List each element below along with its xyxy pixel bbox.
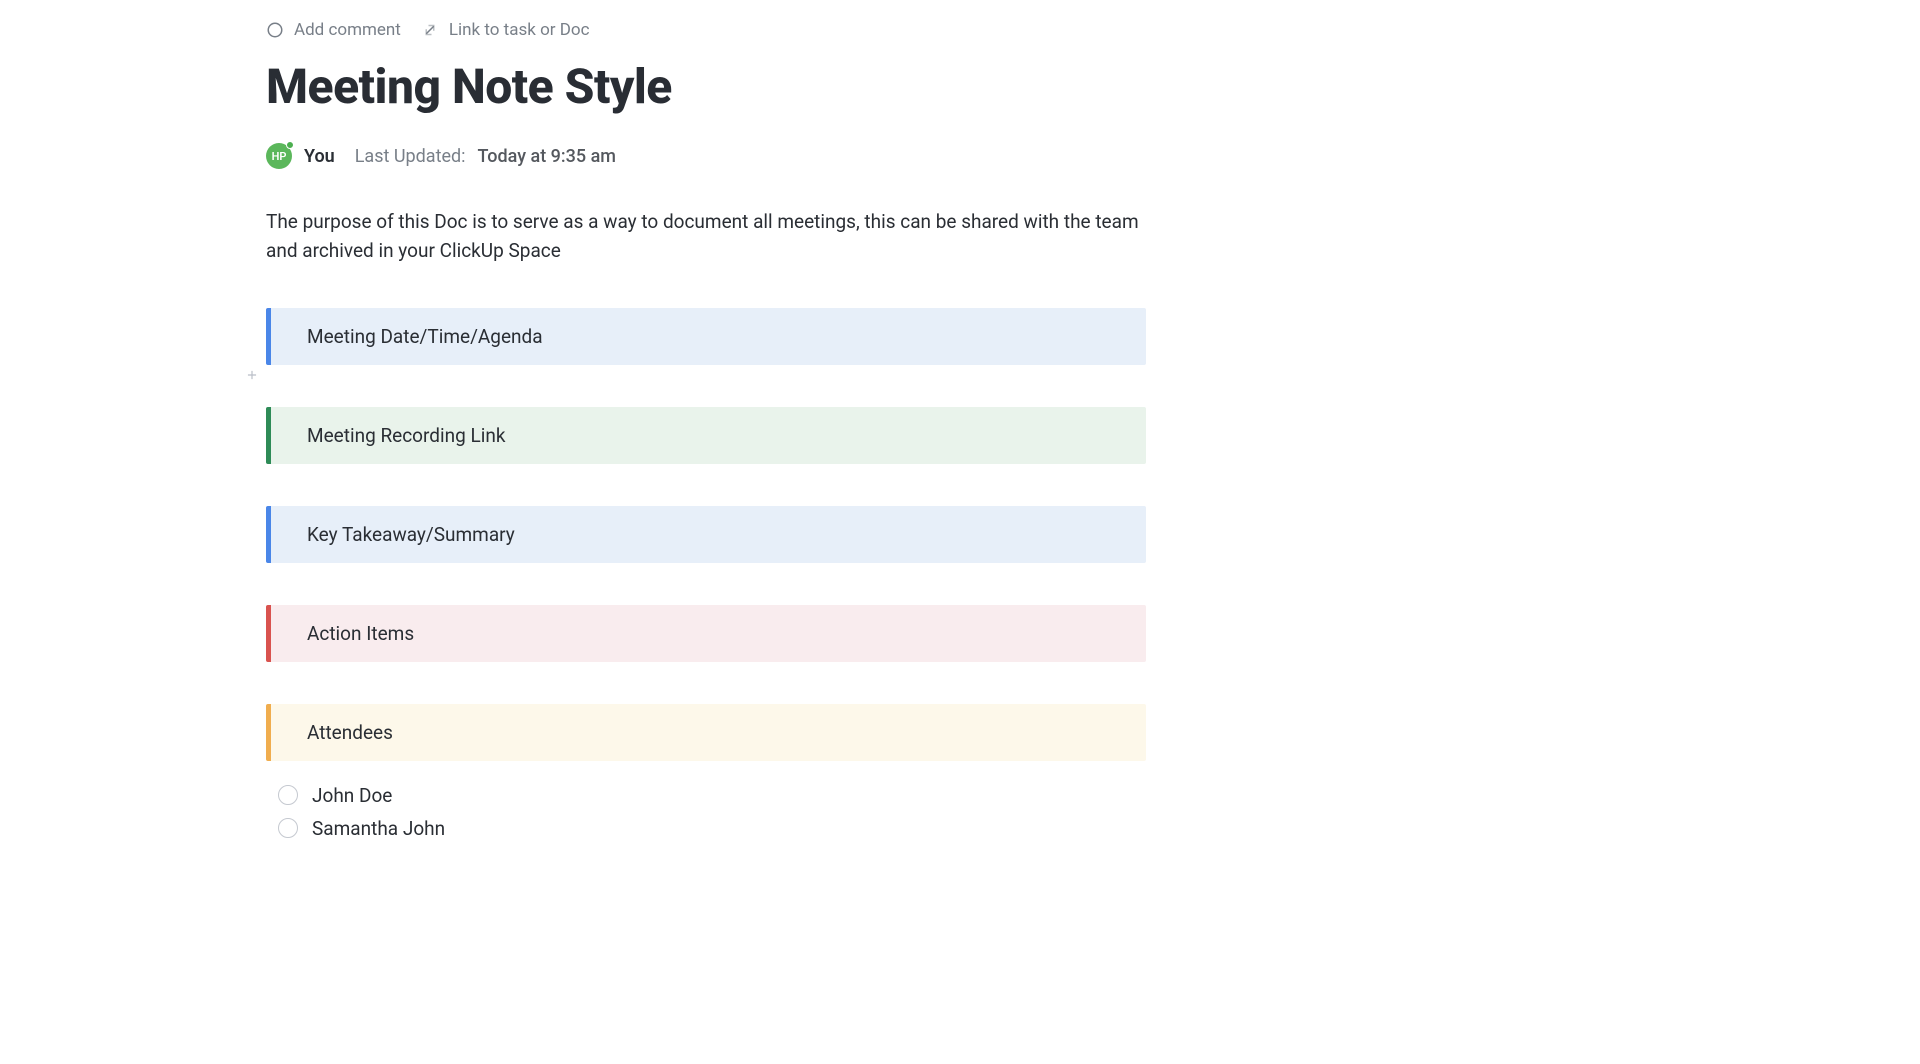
presence-dot-icon (286, 141, 294, 149)
document-container: Add comment Link to task or Doc Meeting … (266, 20, 1146, 845)
link-task-label: Link to task or Doc (449, 20, 590, 40)
list-item[interactable]: John Doe (278, 779, 1146, 812)
attendee-name: Samantha John (312, 817, 445, 840)
add-comment-label: Add comment (294, 20, 401, 40)
banner-text: Action Items (307, 622, 414, 645)
meta-row: HP You Last Updated: Today at 9:35 am (266, 143, 1146, 169)
link-task-action[interactable]: Link to task or Doc (421, 20, 590, 40)
header-actions: Add comment Link to task or Doc (266, 20, 1146, 40)
add-comment-action[interactable]: Add comment (266, 20, 401, 40)
attendee-name: John Doe (312, 784, 392, 807)
banner-action-items[interactable]: Action Items (266, 605, 1146, 662)
attendee-list: John Doe Samantha John (266, 779, 1146, 845)
updated-value: Today at 9:35 am (478, 146, 616, 167)
radio-icon[interactable] (278, 785, 298, 805)
banner-recording-link[interactable]: Meeting Recording Link (266, 407, 1146, 464)
link-icon (421, 21, 439, 39)
banner-text: Meeting Date/Time/Agenda (307, 325, 543, 348)
list-item[interactable]: Samantha John (278, 812, 1146, 845)
banner-text: Meeting Recording Link (307, 424, 505, 447)
plus-icon (245, 368, 259, 382)
comment-icon (266, 21, 284, 39)
add-block-button[interactable] (242, 365, 262, 385)
avatar[interactable]: HP (266, 143, 292, 169)
banner-text: Attendees (307, 721, 393, 744)
page-title[interactable]: Meeting Note Style (266, 58, 1146, 115)
banner-meeting-date[interactable]: Meeting Date/Time/Agenda (266, 308, 1146, 365)
author-name: You (304, 146, 335, 167)
doc-description[interactable]: The purpose of this Doc is to serve as a… (266, 207, 1146, 266)
banner-attendees[interactable]: Attendees (266, 704, 1146, 761)
updated-label: Last Updated: (355, 146, 466, 167)
banner-key-takeaway[interactable]: Key Takeaway/Summary (266, 506, 1146, 563)
avatar-initials: HP (272, 150, 287, 163)
banner-text: Key Takeaway/Summary (307, 523, 515, 546)
radio-icon[interactable] (278, 818, 298, 838)
